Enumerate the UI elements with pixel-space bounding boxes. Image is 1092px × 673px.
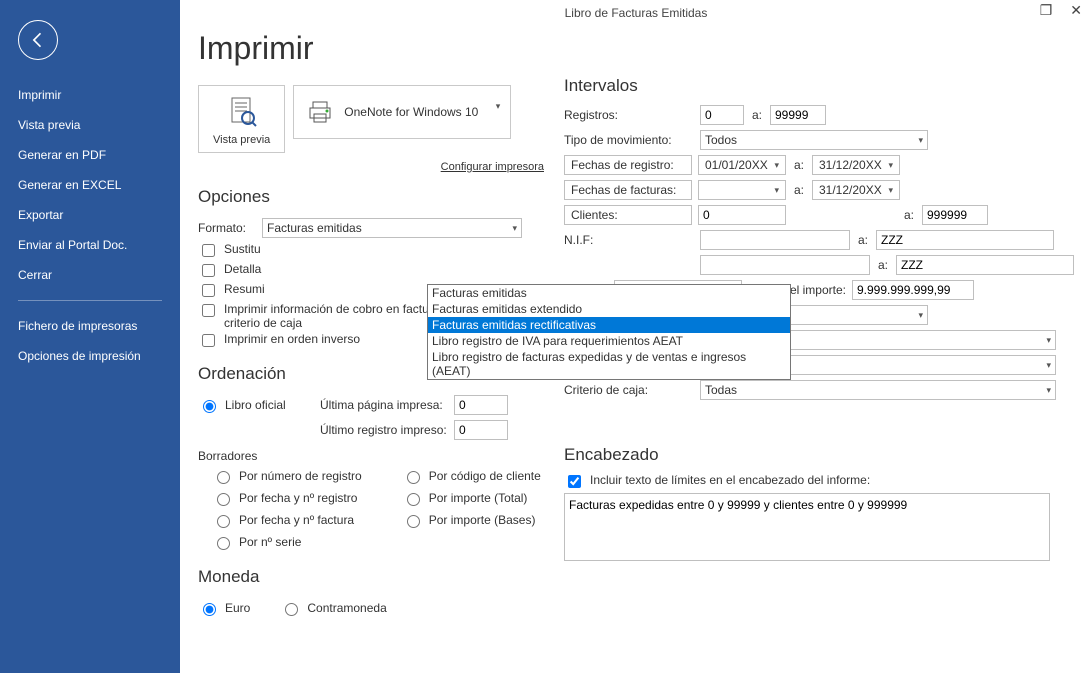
radio-contramoneda[interactable]: Contramoneda (280, 600, 386, 616)
nav-portal-doc[interactable]: Enviar al Portal Doc. (18, 230, 162, 260)
formato-label: Formato: (198, 221, 256, 235)
blank-from[interactable] (700, 255, 870, 275)
formato-option-4[interactable]: Libro registro de facturas expedidas y d… (428, 349, 790, 379)
fechas-facturas-to[interactable]: 31/12/20XX▾ (812, 180, 900, 200)
nav-cerrar[interactable]: Cerrar (18, 260, 162, 290)
formato-dropdown-list: Facturas emitidas Facturas emitidas exte… (427, 284, 791, 380)
registros-label: Registros: (564, 108, 694, 122)
preview-button-label: Vista previa (213, 134, 270, 146)
radio-num-registro[interactable]: Por número de registro (212, 468, 362, 484)
check-incluir-limites[interactable] (568, 475, 581, 488)
chevron-down-icon: ▾ (512, 223, 517, 234)
nav-vista-previa[interactable]: Vista previa (18, 110, 162, 140)
chevron-down-icon: ▾ (496, 101, 501, 112)
check-detalla[interactable] (202, 264, 215, 277)
nav-exportar[interactable]: Exportar (18, 200, 162, 230)
nav-generar-excel[interactable]: Generar en EXCEL (18, 170, 162, 200)
nav-opciones-impresion[interactable]: Opciones de impresión (18, 341, 162, 371)
fechas-facturas-btn[interactable]: Fechas de facturas: (564, 180, 692, 200)
check-cobro[interactable] (202, 304, 215, 317)
nav-fichero-impresoras[interactable]: Fichero de impresoras (18, 311, 162, 341)
blank-to[interactable] (896, 255, 1074, 275)
window-title: Libro de Facturas Emitidas (565, 6, 708, 20)
ult-pag-input[interactable] (454, 395, 508, 415)
document-preview-icon (224, 94, 260, 130)
radio-libro-oficial[interactable]: Libro oficial (198, 397, 314, 413)
encabezado-heading: Encabezado (564, 445, 1082, 465)
ult-pag-label: Última página impresa: (320, 398, 448, 412)
borradores-label: Borradores (198, 449, 548, 463)
configure-printer-link[interactable]: Configurar impresora (441, 161, 544, 173)
title-bar: Libro de Facturas Emitidas ❐ ✕ (180, 0, 1092, 22)
page-heading: Imprimir (198, 30, 548, 67)
ult-reg-input[interactable] (454, 420, 508, 440)
formato-option-3[interactable]: Libro registro de IVA para requerimiento… (428, 333, 790, 349)
clientes-from[interactable] (698, 205, 786, 225)
criterio-label: Criterio de caja: (564, 383, 694, 397)
radio-codigo-cliente[interactable]: Por código de cliente (402, 468, 541, 484)
printer-selector[interactable]: OneNote for Windows 10 ▾ (293, 85, 511, 139)
formato-select[interactable]: Facturas emitidas ▾ (262, 218, 522, 238)
preview-button[interactable]: Vista previa (198, 85, 285, 153)
formato-option-1[interactable]: Facturas emitidas extendido (428, 301, 790, 317)
close-icon[interactable]: ✕ (1066, 2, 1086, 19)
clientes-to[interactable] (922, 205, 988, 225)
fechas-registro-from[interactable]: 01/01/20XX▾ (698, 155, 786, 175)
clientes-btn[interactable]: Clientes: (564, 205, 692, 225)
fechas-facturas-from[interactable]: ▾ (698, 180, 786, 200)
moneda-heading: Moneda (198, 567, 548, 587)
check-resumi[interactable] (202, 284, 215, 297)
nif-from[interactable] (700, 230, 850, 250)
formato-option-0[interactable]: Facturas emitidas (428, 285, 790, 301)
printer-icon (306, 98, 334, 126)
nif-label: N.I.F: (564, 233, 694, 247)
importe-to[interactable] (852, 280, 974, 300)
radio-num-serie[interactable]: Por nº serie (212, 534, 362, 550)
nif-to[interactable] (876, 230, 1054, 250)
nav-imprimir[interactable]: Imprimir (18, 80, 162, 110)
radio-fecha-registro[interactable]: Por fecha y nº registro (212, 490, 362, 506)
options-heading: Opciones (198, 187, 548, 207)
tipo-mov-label: Tipo de movimiento: (564, 133, 694, 147)
printer-name: OneNote for Windows 10 (344, 105, 478, 119)
restore-icon[interactable]: ❐ (1036, 2, 1057, 19)
check-sustitu[interactable] (202, 244, 215, 257)
radio-importe-bases[interactable]: Por importe (Bases) (402, 512, 541, 528)
nav-generar-pdf[interactable]: Generar en PDF (18, 140, 162, 170)
fechas-registro-to[interactable]: 31/12/20XX▾ (812, 155, 900, 175)
intervalos-heading: Intervalos (564, 76, 1082, 96)
back-button[interactable] (18, 20, 58, 60)
check-orden-inverso[interactable] (202, 334, 215, 347)
ult-reg-label: Último registro impreso: (320, 423, 448, 437)
radio-fecha-factura[interactable]: Por fecha y nº factura (212, 512, 362, 528)
tipo-mov-select[interactable]: Todos▾ (700, 130, 928, 150)
radio-importe-total[interactable]: Por importe (Total) (402, 490, 541, 506)
encabezado-textarea[interactable]: Facturas expedidas entre 0 y 99999 y cli… (564, 493, 1050, 561)
criterio-select[interactable]: Todas▾ (700, 380, 1056, 400)
radio-euro[interactable]: Euro (198, 600, 250, 616)
formato-option-2[interactable]: Facturas emitidas rectificativas (428, 317, 790, 333)
sidebar: Imprimir Vista previa Generar en PDF Gen… (0, 0, 180, 673)
registros-from[interactable] (700, 105, 744, 125)
fechas-registro-btn[interactable]: Fechas de registro: (564, 155, 692, 175)
registros-to[interactable] (770, 105, 826, 125)
